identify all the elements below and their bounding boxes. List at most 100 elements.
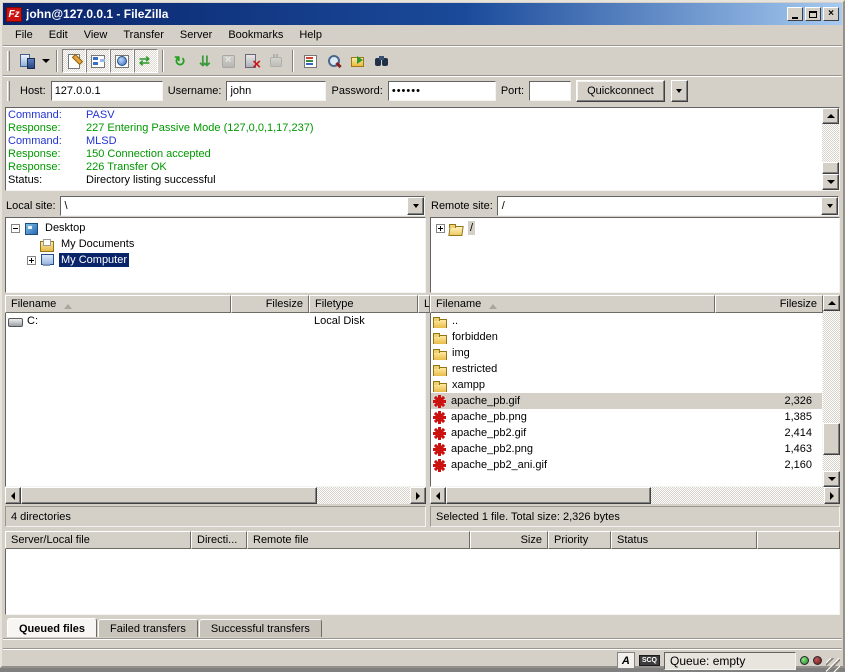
local-site-combo-button[interactable] — [407, 197, 424, 215]
scroll-left-button[interactable] — [430, 487, 446, 504]
expander-icon[interactable] — [11, 224, 20, 233]
file-name-cell: apache_pb.gif — [431, 395, 716, 408]
filezilla-window: Fz john@127.0.0.1 - FileZilla × FileEdit… — [0, 0, 845, 668]
site-manager-button[interactable] — [15, 49, 39, 73]
expander-icon[interactable] — [436, 224, 445, 233]
quickconnect-dropdown[interactable] — [671, 80, 688, 102]
remote-file-row[interactable]: restricted — [431, 361, 822, 377]
toggle-queue-button[interactable] — [134, 49, 158, 73]
remote-site-path: / — [498, 197, 821, 215]
log-line-label: Command: — [8, 135, 86, 148]
expander-icon[interactable] — [27, 256, 36, 265]
transfer-type-indicator[interactable]: A — [617, 652, 635, 669]
filter-button[interactable] — [298, 49, 322, 73]
column-header-filetype[interactable]: Filetype — [309, 295, 418, 313]
tree-item-my-documents[interactable]: My Documents — [6, 236, 425, 252]
tree-item-desktop[interactable]: Desktop — [6, 220, 425, 236]
column-header-priority[interactable]: Priority — [548, 531, 611, 549]
quickconnect-grip[interactable] — [7, 81, 10, 101]
scroll-up-button[interactable] — [823, 295, 840, 311]
log-vertical-scrollbar[interactable] — [822, 108, 839, 190]
column-header-size[interactable]: Size — [470, 531, 548, 549]
local-file-row[interactable]: C: Local Disk — [6, 313, 425, 329]
column-header-filename[interactable]: Filename — [5, 295, 231, 313]
column-header-filesize[interactable]: Filesize — [231, 295, 309, 313]
scroll-down-button[interactable] — [822, 174, 839, 190]
refresh-button[interactable] — [168, 49, 192, 73]
remote-file-row[interactable]: img — [431, 345, 822, 361]
scrollbar-thumb[interactable] — [823, 423, 840, 455]
toggle-local-tree-button[interactable] — [86, 49, 110, 73]
tab-failed-transfers[interactable]: Failed transfers — [98, 619, 198, 637]
tree-item-icon — [449, 222, 464, 235]
sync-browsing-button[interactable] — [346, 49, 370, 73]
remote-file-row[interactable]: apache_pb2_ani.gif 2,160 — [431, 457, 822, 473]
quickconnect-button[interactable]: Quickconnect — [576, 80, 665, 102]
toolbar-grip[interactable] — [7, 51, 10, 71]
maximize-button[interactable] — [805, 7, 821, 21]
column-header-direction[interactable]: Directi... — [191, 531, 247, 549]
search-button[interactable] — [322, 49, 346, 73]
scrollbar-thumb[interactable] — [21, 487, 317, 504]
menu-bookmarks[interactable]: Bookmarks — [220, 26, 291, 44]
remote-list-top: Filename Filesize .. — [430, 295, 840, 487]
remote-site-combo-button[interactable] — [821, 197, 838, 215]
remote-file-row[interactable]: xampp — [431, 377, 822, 393]
file-name-cell: apache_pb.png — [431, 411, 716, 424]
scroll-right-button[interactable] — [824, 487, 840, 504]
username-input[interactable] — [226, 81, 326, 101]
scrollbar-thumb[interactable] — [822, 162, 839, 174]
speedlimit-indicator[interactable]: SCQ — [639, 655, 660, 666]
cancel-operation-button[interactable] — [216, 49, 240, 73]
toggle-remote-tree-button[interactable] — [110, 49, 134, 73]
remote-file-row[interactable]: apache_pb.gif 2,326 — [431, 393, 822, 409]
menu-edit[interactable]: Edit — [41, 26, 76, 44]
menu-view[interactable]: View — [76, 26, 116, 44]
column-header-remote-file[interactable]: Remote file — [247, 531, 470, 549]
column-header-status[interactable]: Status — [611, 531, 757, 549]
remote-site-combo[interactable]: / — [497, 196, 839, 216]
password-input[interactable] — [388, 81, 496, 101]
tree-item-root[interactable]: / — [431, 220, 839, 236]
remote-file-list-panel: Filename Filesize .. — [430, 295, 840, 527]
title-bar[interactable]: Fz john@127.0.0.1 - FileZilla × — [3, 3, 842, 25]
scroll-right-button[interactable] — [410, 487, 426, 504]
local-horizontal-scrollbar[interactable] — [5, 487, 426, 504]
remote-file-row[interactable]: apache_pb2.png 1,463 — [431, 441, 822, 457]
process-queue-button[interactable] — [192, 49, 216, 73]
column-header-server-local-file[interactable]: Server/Local file — [5, 531, 191, 549]
minimize-button[interactable] — [787, 7, 803, 21]
reconnect-button[interactable] — [264, 49, 288, 73]
host-input[interactable] — [51, 81, 163, 101]
site-manager-dropdown[interactable] — [39, 49, 52, 73]
remote-file-row[interactable]: forbidden — [431, 329, 822, 345]
port-input[interactable] — [529, 81, 571, 101]
queue-list[interactable] — [5, 549, 840, 615]
remote-file-row[interactable]: .. — [431, 313, 822, 329]
local-site-combo[interactable]: \ — [60, 196, 425, 216]
menu-file[interactable]: File — [7, 26, 41, 44]
resize-grip[interactable] — [826, 658, 840, 672]
scroll-down-button[interactable] — [823, 471, 840, 487]
remote-vertical-scrollbar[interactable] — [823, 295, 840, 487]
scrollbar-thumb[interactable] — [446, 487, 651, 504]
remote-file-row[interactable]: apache_pb.png 1,385 — [431, 409, 822, 425]
scroll-up-button[interactable] — [822, 108, 839, 124]
minimize-icon — [792, 17, 798, 19]
toggle-message-log-button[interactable] — [62, 49, 86, 73]
close-button[interactable]: × — [823, 7, 839, 21]
tree-item-my-computer[interactable]: My Computer — [6, 252, 425, 268]
triangle-up-icon — [828, 297, 836, 305]
menu-transfer[interactable]: Transfer — [115, 26, 172, 44]
remote-horizontal-scrollbar[interactable] — [430, 487, 840, 504]
tab-queued-files[interactable]: Queued files — [7, 618, 97, 637]
menu-server[interactable]: Server — [172, 26, 220, 44]
compare-directories-button[interactable] — [370, 49, 394, 73]
menu-help[interactable]: Help — [291, 26, 330, 44]
column-header-filename[interactable]: Filename — [430, 295, 715, 313]
disconnect-button[interactable] — [240, 49, 264, 73]
remote-file-row[interactable]: apache_pb2.gif 2,414 — [431, 425, 822, 441]
scroll-left-button[interactable] — [5, 487, 21, 504]
tab-successful-transfers[interactable]: Successful transfers — [199, 619, 322, 637]
column-header-filesize[interactable]: Filesize — [715, 295, 823, 313]
